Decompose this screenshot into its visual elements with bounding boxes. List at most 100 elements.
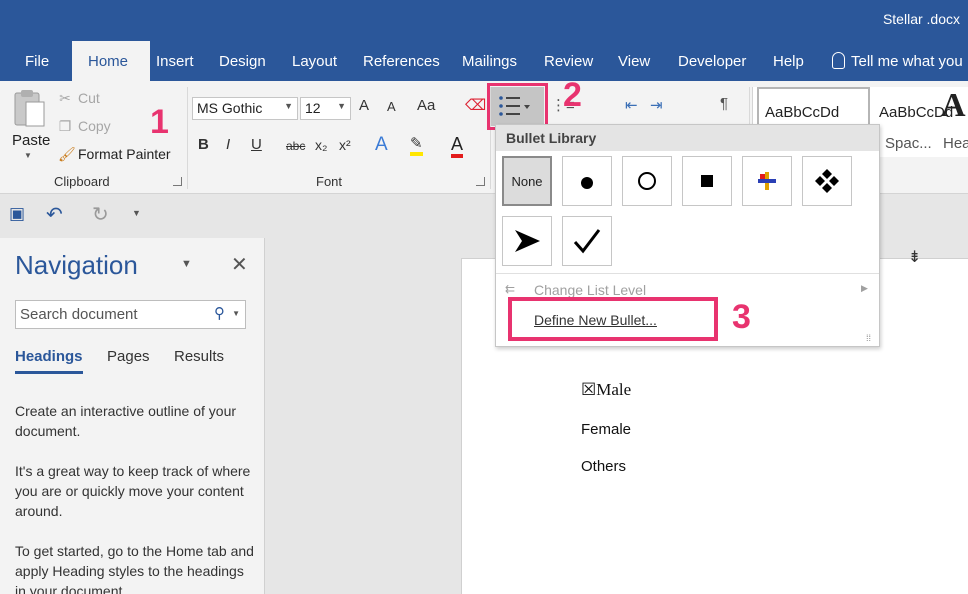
clipboard-launcher-icon[interactable] xyxy=(173,177,182,186)
arrowhead-icon xyxy=(515,230,540,252)
nav-help-text: Create an interactive outline of your do… xyxy=(15,403,237,439)
tab-mailings[interactable]: Mailings xyxy=(462,53,517,70)
font-name-value: MS Gothic xyxy=(197,100,263,116)
tab-view[interactable]: View xyxy=(618,53,650,70)
paintbrush-icon: 🖌 xyxy=(58,146,76,162)
navigation-pane: Navigation ▼ ✕ Search document ⚲ ▼ Headi… xyxy=(0,238,265,594)
paste-icon[interactable] xyxy=(12,88,46,128)
paste-button[interactable]: Paste xyxy=(12,132,50,149)
tab-home[interactable]: Home xyxy=(88,53,128,70)
document-line[interactable]: Others xyxy=(581,458,626,475)
cut-label: Cut xyxy=(78,90,100,106)
bullet-option-diamond[interactable] xyxy=(802,156,852,206)
customize-qat-icon[interactable]: ▼ xyxy=(132,208,141,218)
navigation-title: Navigation xyxy=(15,250,138,280)
copy-button[interactable]: ❐ Copy xyxy=(58,118,111,135)
tab-results[interactable]: Results xyxy=(174,348,224,365)
step-badge-2: 2 xyxy=(563,76,582,114)
chevron-down-icon[interactable]: ▼ xyxy=(24,151,32,160)
highlight-icon[interactable]: ✎ xyxy=(410,134,423,156)
bullet-option-check[interactable] xyxy=(562,216,612,266)
resize-grip-icon[interactable]: ⁞⁞ xyxy=(866,333,871,343)
font-group-label: Font xyxy=(316,174,343,189)
list-level-icon: ⇇ xyxy=(505,282,516,296)
chevron-down-icon[interactable]: ▼ xyxy=(181,258,192,270)
chevron-down-icon: ▼ xyxy=(284,101,293,111)
bullet-option-none[interactable]: None xyxy=(502,156,552,206)
grow-font-button[interactable]: A xyxy=(359,97,369,114)
style-sample: AaBbCcDd xyxy=(765,104,840,121)
save-icon[interactable]: ▣ xyxy=(9,204,25,224)
decrease-indent-icon[interactable]: ⇤ xyxy=(625,96,638,114)
italic-button[interactable]: I xyxy=(226,136,230,153)
close-icon[interactable]: ✕ xyxy=(231,252,248,277)
redo-icon[interactable]: ↻ xyxy=(92,202,109,227)
show-marks-button[interactable]: ¶ xyxy=(720,95,728,112)
tab-review[interactable]: Review xyxy=(544,53,593,70)
font-color-button[interactable]: A xyxy=(451,134,464,158)
checkmark-icon xyxy=(573,229,601,254)
search-icon[interactable]: ⚲ xyxy=(214,304,225,322)
superscript-button[interactable]: x² xyxy=(339,137,351,153)
style-sample: A xyxy=(941,87,966,124)
lightbulb-icon xyxy=(832,52,845,69)
style-name: Spac... xyxy=(885,135,932,152)
increase-indent-icon[interactable]: ⇥ xyxy=(650,96,663,114)
font-size-value: 12 xyxy=(305,100,321,116)
text-effects-button[interactable]: A xyxy=(375,134,388,156)
bullet-option-arrow[interactable] xyxy=(502,216,552,266)
document-line[interactable]: ☒Male xyxy=(581,380,631,400)
chevron-down-icon[interactable]: ▼ xyxy=(232,309,240,318)
bullet-option-cross[interactable] xyxy=(742,156,792,206)
style-heading[interactable]: A Hea xyxy=(941,87,968,157)
underline-button[interactable]: U xyxy=(251,136,262,153)
bullet-none-label: None xyxy=(511,173,543,189)
format-painter-label: Format Painter xyxy=(78,146,171,162)
filled-square-icon xyxy=(701,175,713,187)
bullet-option-square[interactable] xyxy=(682,156,732,206)
bullet-option-disc[interactable] xyxy=(562,156,612,206)
font-name-combo[interactable]: MS Gothic ▼ xyxy=(192,97,298,120)
step-badge-3: 3 xyxy=(732,298,751,336)
format-painter-button[interactable]: 🖌 Format Painter xyxy=(58,146,171,163)
tab-headings[interactable]: Headings xyxy=(15,348,83,374)
clear-formatting-icon[interactable]: ⌫ xyxy=(465,96,486,114)
font-launcher-icon[interactable] xyxy=(476,177,485,186)
change-list-level-item[interactable]: Change List Level xyxy=(534,282,646,298)
filled-circle-icon xyxy=(581,177,593,189)
highlight-box-bullets xyxy=(487,83,548,130)
shrink-font-button[interactable]: A xyxy=(387,99,396,114)
step-badge-1: 1 xyxy=(150,103,169,141)
clipboard-group-label: Clipboard xyxy=(54,174,110,189)
tab-layout[interactable]: Layout xyxy=(292,53,337,70)
tab-insert[interactable]: Insert xyxy=(156,53,194,70)
tab-help[interactable]: Help xyxy=(773,53,804,70)
font-size-combo[interactable]: 12 ▼ xyxy=(300,97,351,120)
document-line[interactable]: Female xyxy=(581,421,631,438)
ribbon-separator xyxy=(187,87,188,189)
copy-icon: ❐ xyxy=(58,118,72,134)
subscript-button[interactable]: x₂ xyxy=(315,137,327,153)
search-placeholder: Search document xyxy=(20,306,138,323)
tab-pages[interactable]: Pages xyxy=(107,348,150,365)
scissors-icon: ✂ xyxy=(59,90,71,106)
tab-file[interactable]: File xyxy=(25,53,49,70)
nav-help-text: To get started, go to the Home tab and a… xyxy=(15,543,254,594)
cut-button[interactable]: ✂ Cut xyxy=(58,90,100,107)
bullet-option-circle[interactable] xyxy=(622,156,672,206)
chevron-right-icon: ▶ xyxy=(861,283,868,293)
document-title: Stellar .docx xyxy=(882,11,960,27)
tell-me-label: Tell me what you xyxy=(851,53,963,70)
font-color-label: A xyxy=(451,134,464,158)
undo-icon[interactable]: ↶ xyxy=(46,202,63,227)
four-color-cross-icon xyxy=(758,172,776,190)
chevron-down-icon: ▼ xyxy=(337,101,346,111)
tab-design[interactable]: Design xyxy=(219,53,266,70)
tell-me-search[interactable]: Tell me what you xyxy=(832,52,963,70)
strikethrough-button[interactable]: abc xyxy=(286,139,305,153)
search-input[interactable]: Search document ⚲ ▼ xyxy=(15,300,246,329)
tab-developer[interactable]: Developer xyxy=(678,53,746,70)
tab-references[interactable]: References xyxy=(363,53,440,70)
bold-button[interactable]: B xyxy=(198,136,209,153)
change-case-button[interactable]: Aa xyxy=(417,97,435,114)
